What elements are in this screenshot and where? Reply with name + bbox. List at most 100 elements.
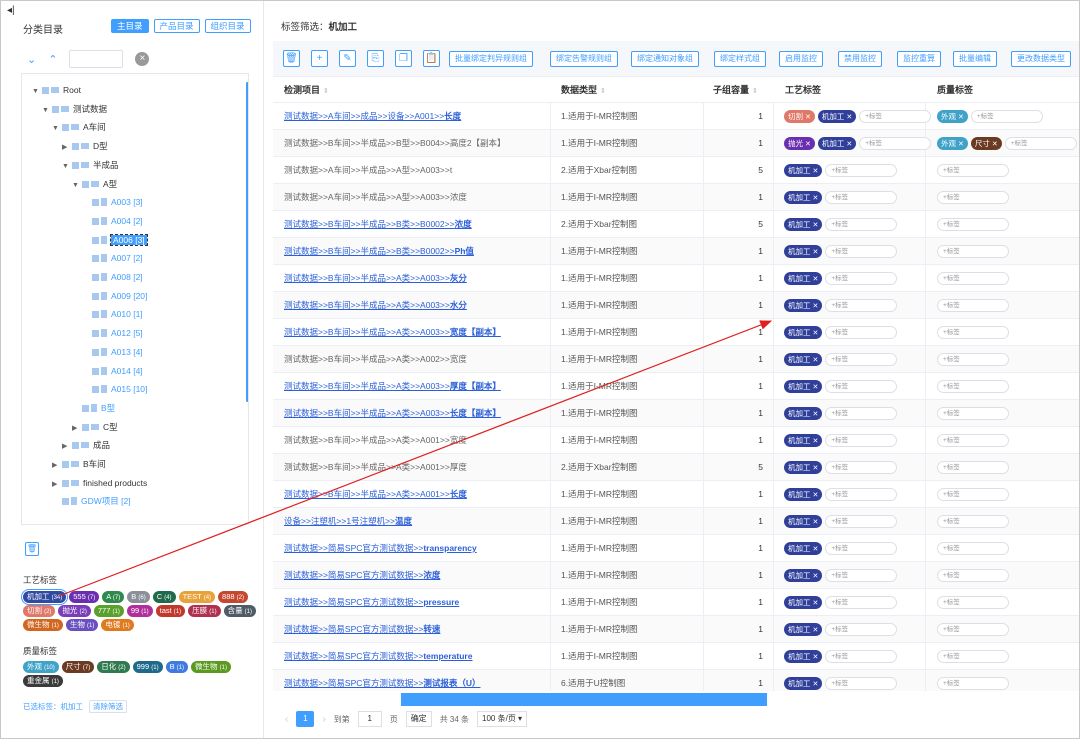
remove-tag-icon[interactable]: ✕ [958,114,964,121]
add-tag-input[interactable]: +标签 [937,434,1009,447]
tag-chip[interactable]: 机加工 (34) [20,589,69,605]
table-row[interactable]: 测试数据>>B车间>>半成品>>A类>>A001>>宽度 1.适用于I-MR控制图… [273,427,1079,454]
checkbox-icon[interactable] [42,87,49,94]
tag-chip[interactable]: 电镀 (1) [101,619,134,631]
remove-tag-icon[interactable]: ✕ [813,681,819,688]
caret-down-icon[interactable]: ▼ [62,158,72,176]
checkbox-icon[interactable] [82,404,89,412]
checkbox-icon[interactable] [92,274,99,281]
col-count[interactable]: 子组容量 ⇕ [713,77,758,103]
add-tag-input[interactable]: +标签 [937,623,1009,636]
add-tag-input[interactable]: +标签 [825,623,898,636]
bind-rule-group-button[interactable]: 批量绑定判异规则组 [449,51,533,67]
add-tag-input[interactable]: +标签 [937,272,1009,285]
prev-page-icon[interactable]: ‹ [285,714,288,725]
copy-icon[interactable]: ⎘ [367,50,384,67]
tag-chip[interactable]: 外观 (10) [23,661,59,673]
remove-tag-icon[interactable]: ✕ [813,600,819,607]
item-cell[interactable]: 测试数据>>B车间>>半成品>>A类>>A003>>厚度【副本】 [284,373,501,400]
duplicate-icon[interactable]: ❐ [395,50,412,67]
checkbox-icon[interactable] [72,143,79,151]
checkbox-icon[interactable] [92,236,99,244]
table-row[interactable]: 测试数据>>简易SPC官方测试数据>>transparency 1.适用于I-MR… [273,535,1079,562]
add-tag-input[interactable]: +标签 [937,326,1009,339]
add-tag-input[interactable]: +标签 [825,488,898,501]
remove-tag-icon[interactable]: ✕ [813,438,819,445]
tag-chip[interactable]: 微生物 (1) [23,619,63,631]
add-tag-input[interactable]: +标签 [825,164,898,177]
remove-tag-icon[interactable]: ✕ [813,627,819,634]
caret-right-icon[interactable]: ▶ [62,139,72,157]
tree-node[interactable]: A012 [5] [82,324,143,342]
table-row[interactable]: 测试数据>>B车间>>半成品>>B类>>B0002>>Ph值 1.适用于I-MR控… [273,238,1079,265]
table-row[interactable]: 测试数据>>B车间>>半成品>>A类>>A003>>水分 1.适用于I-MR控制图… [273,292,1079,319]
add-tag-input[interactable]: +标签 [937,218,1009,231]
add-tag-input[interactable]: +标签 [937,488,1009,501]
tree-node[interactable]: A015 [10] [82,380,147,398]
add-tag-input[interactable]: +标签 [825,515,898,528]
caret-down-icon[interactable]: ▼ [52,120,62,138]
remove-tag-icon[interactable]: ✕ [992,141,998,148]
checkbox-icon[interactable] [92,348,99,356]
bind-alarm-group-button[interactable]: 绑定告警规则组 [550,51,618,67]
remove-tag-icon[interactable]: ✕ [813,168,819,175]
tree-node[interactable]: A008 [2] [82,268,143,286]
tag-chip[interactable]: A (7) [102,591,125,603]
checkbox-icon[interactable] [92,255,99,263]
tag-chip[interactable]: C (4) [152,591,176,603]
paste-icon[interactable]: 📋 [423,50,440,67]
item-cell[interactable]: 测试数据>>B车间>>半成品>>A类>>A001>>长度 [284,481,467,508]
tag-chip[interactable]: 切割 (2) [23,605,56,617]
tag-chip[interactable]: 777 (1) [93,605,124,617]
tag-chip[interactable]: 重金属 (1) [23,675,63,687]
tree-node[interactable]: ▼ A型 [72,175,117,193]
tree-node[interactable]: A010 [1] [82,305,143,323]
add-tag-input[interactable]: +标签 [937,569,1009,582]
add-tag-input[interactable]: +标签 [937,164,1009,177]
table-row[interactable]: 测试数据>>B车间>>半成品>>B类>>B0002>>浓度 2.适用于Xbar控制… [273,211,1079,238]
item-cell[interactable]: 测试数据>>简易SPC官方测试数据>>temperature [284,643,472,670]
add-tag-input[interactable]: +标签 [825,299,898,312]
tree-node[interactable]: A009 [20] [82,287,147,305]
add-tag-input[interactable]: +标签 [825,434,898,447]
item-cell[interactable]: 测试数据>>B车间>>半成品>>B类>>B0002>>浓度 [284,211,472,238]
remove-tag-icon[interactable]: ✕ [813,465,819,472]
item-cell[interactable]: 测试数据>>B车间>>半成品>>B类>>B0002>>Ph值 [284,238,474,265]
tag-chip[interactable]: 尺寸 (7) [61,661,95,673]
batch-edit-button[interactable]: 批量编辑 [953,51,997,67]
tag-chip[interactable]: 888 (2) [218,591,248,603]
caret-right-icon[interactable]: ▶ [62,438,72,456]
disable-monitor-button[interactable]: 禁用监控 [838,51,882,67]
tag-chip[interactable]: B (6) [127,591,150,603]
table-row[interactable]: 测试数据>>B车间>>半成品>>A类>>A001>>长度 1.适用于I-MR控制图… [273,481,1079,508]
expand-all-icon[interactable]: ⌄ [27,53,36,66]
caret-right-icon[interactable]: ▶ [52,457,62,475]
add-tag-input[interactable]: +标签 [825,596,898,609]
table-row[interactable]: 测试数据>>A车间>>半成品>>A型>>A003>>t 2.适用于Xbar控制图 5… [273,157,1079,184]
table-row[interactable]: 测试数据>>简易SPC官方测试数据>>转速 1.适用于I-MR控制图 1 机加工 ✕ +标… [273,616,1079,643]
add-tag-input[interactable]: +标签 [825,569,898,582]
remove-tag-icon[interactable]: ✕ [813,330,819,337]
caret-right-icon[interactable]: ▶ [52,476,62,494]
tag-chip[interactable]: TEST (4) [178,591,216,603]
table-row[interactable]: 测试数据>>B车间>>半成品>>A类>>A003>>灰分 1.适用于I-MR控制图… [273,265,1079,292]
item-cell[interactable]: 测试数据>>A车间>>成品>>设备>>A001>>长度 [284,103,461,130]
tree-node[interactable]: ▶ B车间 [52,455,106,473]
add-tag-input[interactable]: +标签 [937,299,1009,312]
tree-node[interactable]: A014 [4] [82,362,143,380]
tree-node[interactable]: ▼ 半成品 [62,156,119,174]
add-tag-input[interactable]: +标签 [937,353,1009,366]
table-row[interactable]: 测试数据>>B车间>>半成品>>A类>>A001>>厚度 2.适用于Xbar控制图… [273,454,1079,481]
tree-node[interactable]: ▼ 测试数据 [42,100,107,118]
tree-node[interactable]: ▶ finished products [52,474,147,492]
add-tag-input[interactable]: +标签 [825,272,898,285]
table-row[interactable]: 测试数据>>B车间>>半成品>>B型>>B004>>高度2【副本】 1.适用于I-… [273,130,1079,157]
col-dtype[interactable]: 数据类型 ⇕ [561,77,606,103]
next-page-icon[interactable]: › [322,714,325,725]
remove-tag-icon[interactable]: ✕ [813,276,819,283]
remove-tag-icon[interactable]: ✕ [958,141,964,148]
trash-icon[interactable]: 🗑 [283,50,300,67]
add-tag-input[interactable]: +标签 [825,650,898,663]
checkbox-icon[interactable] [92,386,99,394]
add-tag-input[interactable]: +标签 [825,677,898,690]
